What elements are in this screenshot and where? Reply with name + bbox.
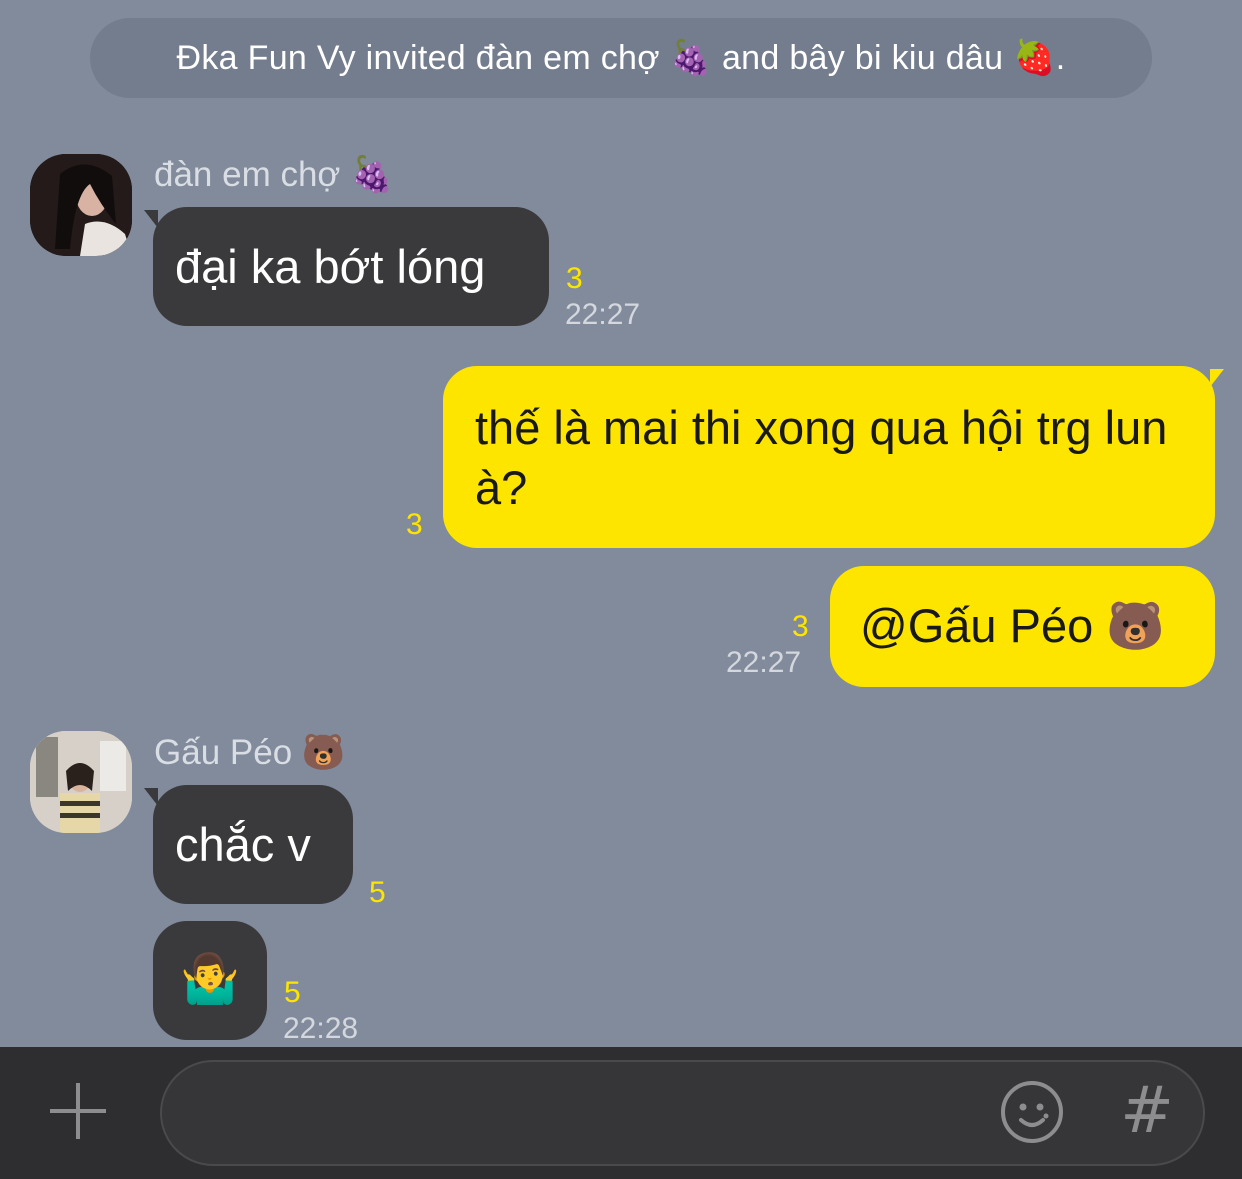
message-time: 22:27 [726, 646, 802, 679]
unread-count: 3 [406, 508, 423, 541]
message-bubble[interactable]: chắc v [153, 785, 353, 904]
emoji-icon[interactable] [1000, 1080, 1064, 1144]
plus-icon[interactable] [48, 1081, 108, 1141]
sender-name: Gấu Péo 🐻 [154, 733, 346, 772]
avatar[interactable] [30, 154, 132, 256]
message-bubble[interactable]: @Gấu Péo 🐻 [830, 566, 1215, 687]
avatar-photo [30, 154, 132, 256]
unread-count: 5 [284, 976, 301, 1009]
unread-count: 3 [566, 262, 583, 295]
message-bubble[interactable]: 🤷‍♂️ [153, 921, 267, 1040]
bubble-tail [1210, 369, 1224, 387]
unread-count: 3 [792, 610, 809, 643]
avatar[interactable] [30, 731, 132, 833]
hash-icon[interactable]: # [1120, 1078, 1174, 1144]
message-time: 22:28 [283, 1012, 359, 1045]
unread-count: 5 [369, 876, 386, 909]
sender-name: đàn em chợ 🍇 [154, 155, 394, 194]
avatar-photo [30, 731, 132, 833]
message-bubble[interactable]: đại ka bớt lóng [153, 207, 549, 326]
message-time: 22:27 [565, 298, 641, 331]
message-bubble[interactable]: thế là mai thi xong qua hội trg lun à? [443, 366, 1215, 548]
system-notice: Đka Fun Vy invited đàn em chợ 🍇 and bây … [90, 18, 1152, 98]
